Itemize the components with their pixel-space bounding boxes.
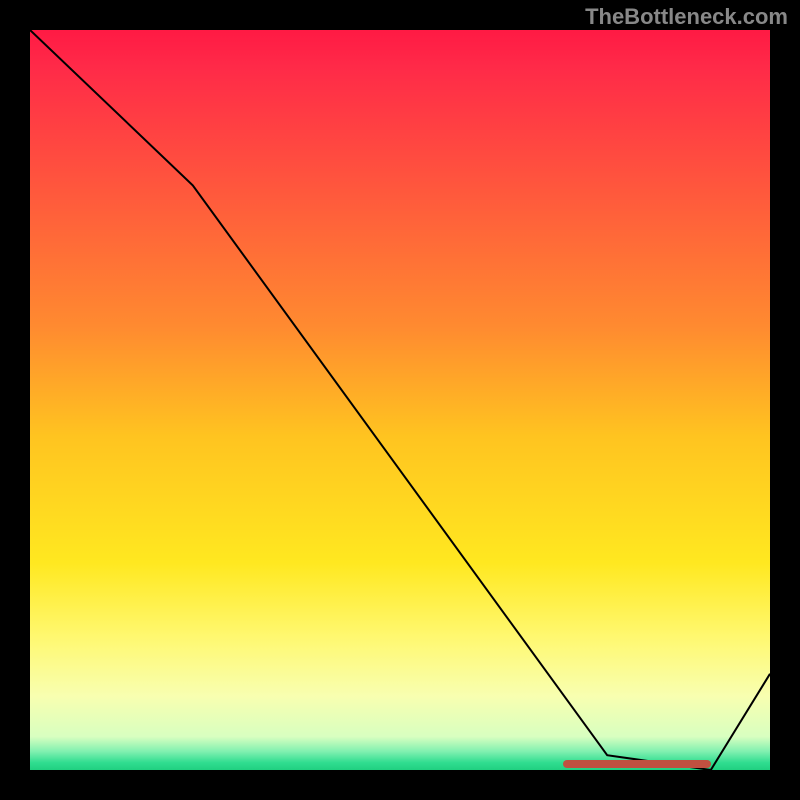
watermark-label: TheBottleneck.com: [585, 4, 788, 30]
chart-container: TheBottleneck.com: [0, 0, 800, 800]
bottleneck-curve: [30, 30, 770, 770]
plot-area: [30, 30, 770, 770]
optimal-range-marker: [563, 760, 711, 768]
